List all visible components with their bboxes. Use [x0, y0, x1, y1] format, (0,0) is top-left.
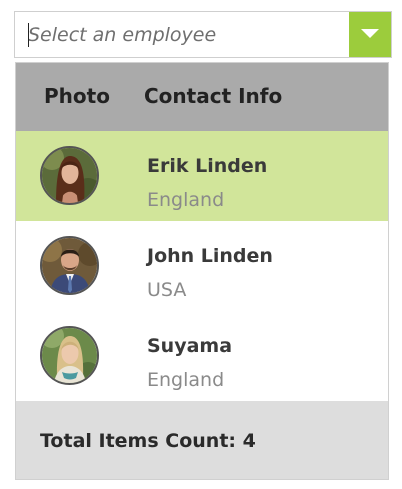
photo-of-woman-icon [42, 328, 97, 383]
employee-name: Suyama [147, 335, 233, 357]
employee-search-input[interactable] [15, 12, 349, 57]
avatar [40, 326, 99, 385]
avatar [40, 236, 99, 295]
employee-country: England [147, 369, 225, 391]
photo-of-woman-icon [42, 148, 97, 203]
triangle-down-icon [361, 29, 379, 38]
list-item-suyama[interactable]: Suyama England [16, 311, 388, 401]
employee-name: John Linden [147, 245, 273, 267]
employee-combobox[interactable] [14, 11, 392, 58]
photo-of-man-icon [42, 238, 97, 293]
avatar [40, 146, 99, 205]
employee-country: England [147, 189, 225, 211]
employee-country: USA [147, 279, 187, 301]
total-items-count: Total Items Count: 4 [40, 430, 256, 452]
employee-name: Erik Linden [147, 155, 268, 177]
employee-dropdown-popup: Photo Contact Info Erik Linden England J… [15, 62, 389, 480]
list-item-john-linden[interactable]: John Linden USA [16, 221, 388, 311]
dropdown-toggle-button[interactable] [349, 12, 391, 57]
contact-column-header: Contact Info [144, 84, 283, 108]
text-cursor [28, 23, 29, 47]
list-footer: Total Items Count: 4 [16, 401, 388, 479]
list-item-erik-linden[interactable]: Erik Linden England [16, 131, 388, 221]
photo-column-header: Photo [44, 84, 110, 108]
list-header: Photo Contact Info [16, 63, 388, 131]
